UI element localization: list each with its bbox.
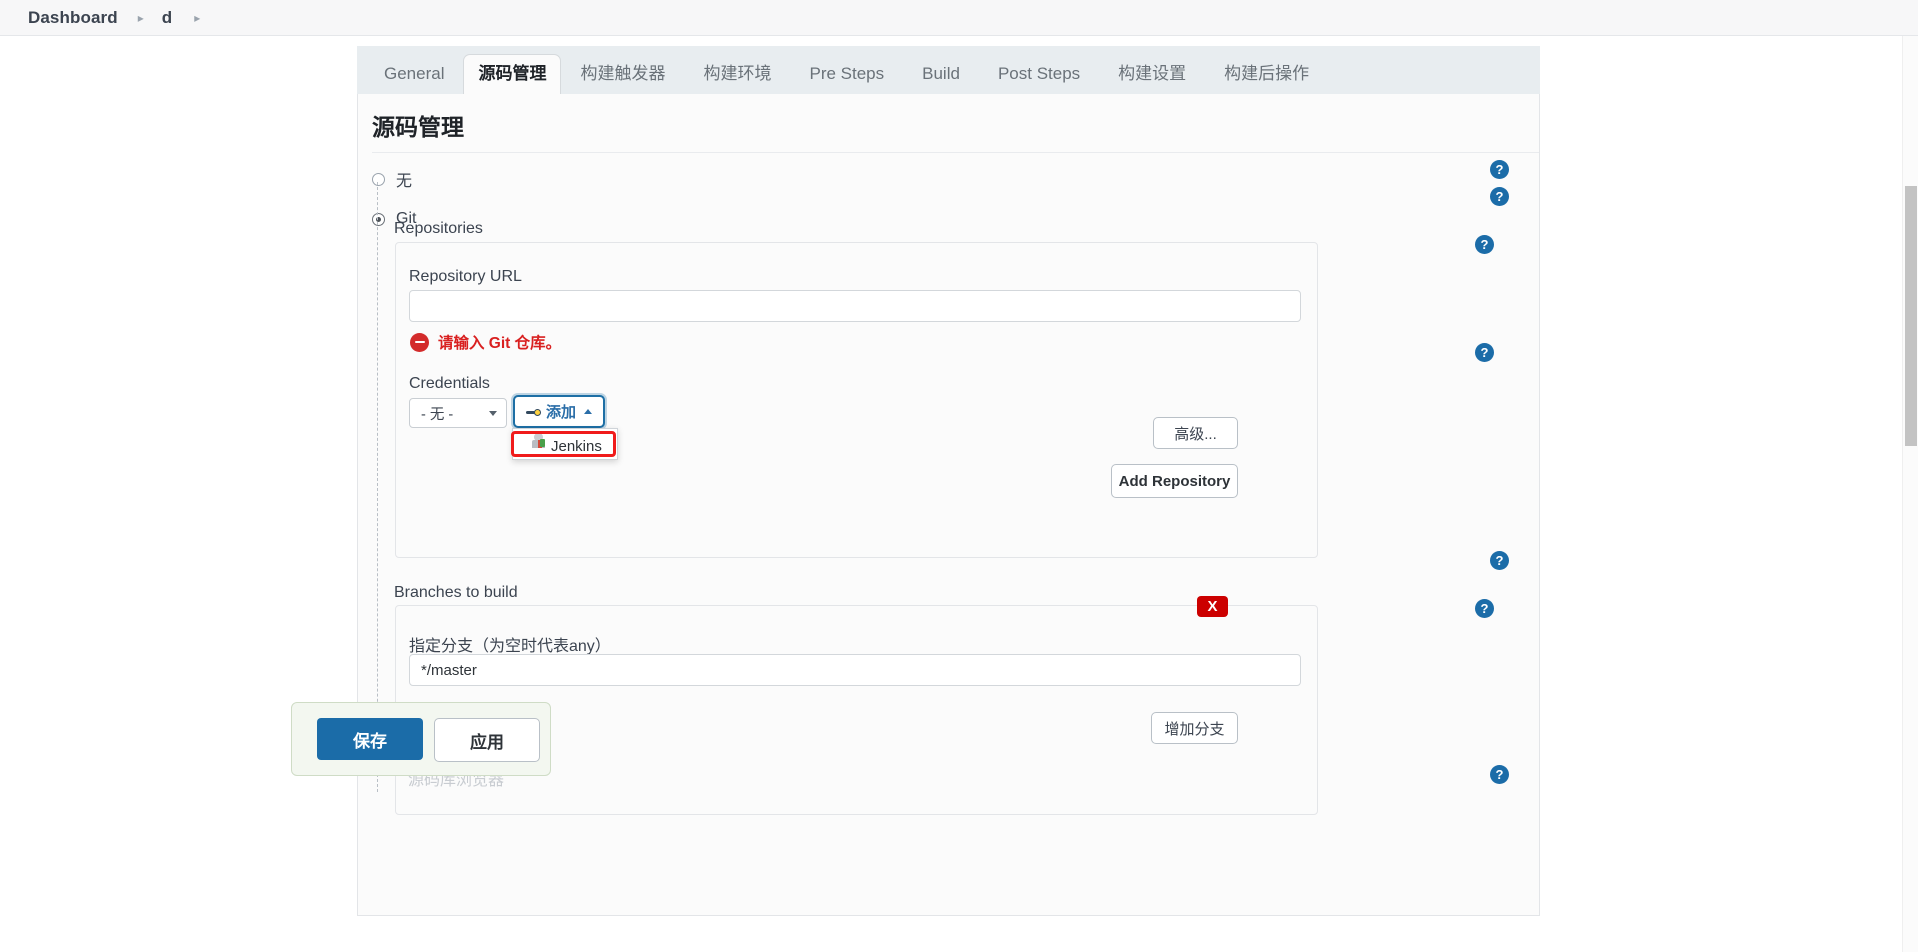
- repository-url-error-text: 请输入 Git 仓库。: [438, 335, 562, 352]
- add-credentials-button[interactable]: 添加: [513, 395, 606, 428]
- credentials-label: Credentials: [409, 375, 490, 392]
- credentials-select[interactable]: - 无 -: [409, 398, 507, 428]
- help-icon-repositories[interactable]: ?: [1490, 187, 1509, 206]
- scm-option-none-label: 无: [396, 173, 413, 190]
- delete-branch-button[interactable]: X: [1197, 596, 1228, 617]
- tab-build-triggers[interactable]: 构建触发器: [561, 54, 684, 94]
- tab-build-settings[interactable]: 构建设置: [1099, 54, 1205, 94]
- radio-git[interactable]: [372, 212, 385, 226]
- tab-post-build[interactable]: 构建后操作: [1205, 54, 1328, 94]
- repositories-label: Repositories: [394, 220, 483, 237]
- page-scrollbar-track[interactable]: [1902, 36, 1918, 952]
- config-tab-bar: General 源码管理 构建触发器 构建环境 Pre Steps Build …: [357, 46, 1540, 95]
- tab-pre-steps[interactable]: Pre Steps: [790, 54, 903, 94]
- scm-option-none[interactable]: 无: [358, 159, 1539, 191]
- chevron-down-icon: [489, 410, 497, 416]
- jenkins-job-config-page: Dashboard ▸ d ▸ General 源码管理 构建触发器 构建环境 …: [0, 0, 1918, 952]
- help-icon-credentials[interactable]: ?: [1475, 343, 1494, 362]
- left-gutter: [0, 36, 357, 952]
- tab-source-code-mgmt[interactable]: 源码管理: [463, 54, 562, 95]
- help-icon-git[interactable]: ?: [1490, 160, 1509, 179]
- breadcrumb-item-job[interactable]: d: [162, 8, 172, 28]
- apply-button[interactable]: 应用: [434, 718, 540, 762]
- scm-option-git[interactable]: Git: [358, 202, 1539, 228]
- branches-label: Branches to build: [394, 584, 518, 601]
- dropdown-item-jenkins-label: Jenkins: [551, 437, 602, 455]
- form-action-footer: 保存 应用: [291, 702, 551, 776]
- repository-url-label: Repository URL: [409, 268, 522, 285]
- advanced-button[interactable]: 高级...: [1153, 417, 1238, 449]
- chevron-up-icon: [584, 409, 593, 414]
- add-credentials-label: 添加: [546, 404, 577, 421]
- tab-build-env[interactable]: 构建环境: [684, 54, 790, 94]
- page-scrollbar-thumb[interactable]: [1905, 186, 1917, 446]
- breadcrumb: Dashboard ▸ d ▸: [0, 0, 1918, 36]
- help-icon-repo-browser[interactable]: ?: [1490, 765, 1509, 784]
- add-repository-button[interactable]: Add Repository: [1111, 464, 1238, 498]
- dropdown-item-jenkins[interactable]: Jenkins: [513, 433, 617, 458]
- help-icon-repo-url[interactable]: ?: [1475, 235, 1494, 254]
- title-divider: [372, 152, 1539, 153]
- credentials-select-value: - 无 -: [421, 406, 454, 423]
- repository-url-input[interactable]: [409, 290, 1301, 322]
- branch-specifier-label: 指定分支（为空时代表any）: [409, 638, 611, 655]
- save-button[interactable]: 保存: [317, 718, 423, 760]
- add-branch-button[interactable]: 增加分支: [1151, 712, 1238, 744]
- repository-url-error: 请输入 Git 仓库。: [410, 331, 561, 353]
- page-title: 源码管理: [372, 114, 464, 140]
- help-icon-branches[interactable]: ?: [1490, 551, 1509, 570]
- breadcrumb-separator-icon-2: ▸: [194, 10, 201, 25]
- right-gutter: [1540, 36, 1918, 952]
- tab-general[interactable]: General: [365, 54, 463, 94]
- branch-specifier-input[interactable]: [409, 654, 1301, 686]
- help-icon-branch-spec[interactable]: ?: [1475, 599, 1494, 618]
- scm-config-panel: 源码管理 无 Git Repositories Repository URL 请…: [357, 94, 1540, 916]
- breadcrumb-item-dashboard[interactable]: Dashboard: [28, 8, 118, 28]
- breadcrumb-separator-icon: ▸: [137, 10, 144, 25]
- add-credentials-dropdown: Jenkins: [512, 428, 618, 460]
- key-icon: [526, 406, 542, 418]
- tab-post-steps[interactable]: Post Steps: [979, 54, 1099, 94]
- git-nesting-guide: [377, 182, 378, 792]
- tab-build[interactable]: Build: [903, 54, 979, 94]
- radio-none[interactable]: [372, 172, 385, 186]
- error-circle-minus-icon: [410, 332, 429, 352]
- jenkins-icon: [531, 433, 546, 448]
